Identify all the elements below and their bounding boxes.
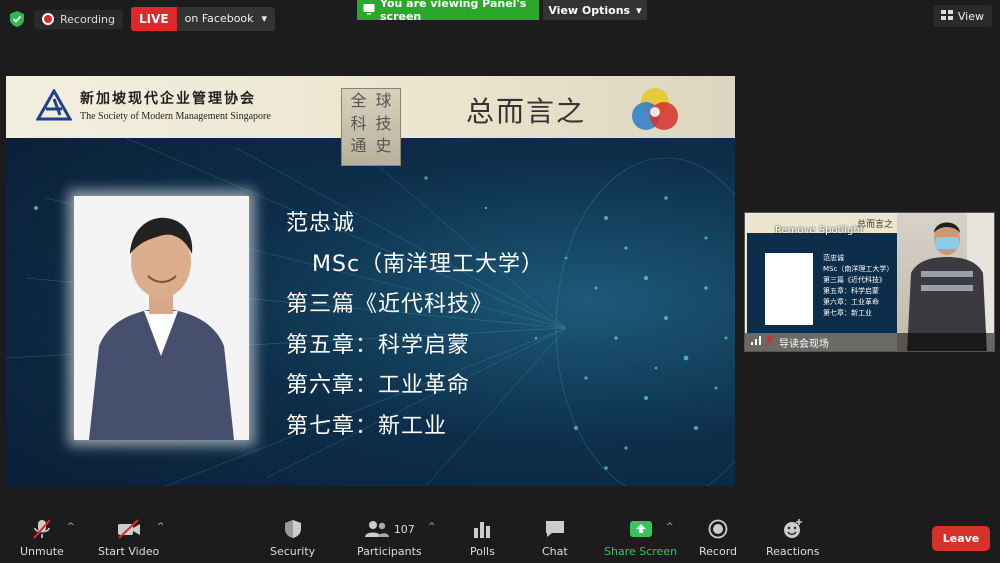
- presenter-name: 范忠诚: [286, 211, 356, 236]
- share-options-caret-icon[interactable]: ^: [666, 522, 674, 532]
- participant-name-bar: 导读会现场: [745, 333, 994, 351]
- thumbnail-line: 第六章：工业革命: [823, 298, 879, 306]
- presenter-portrait-icon: [74, 196, 249, 440]
- reactions-button[interactable]: Reactions: [766, 518, 820, 558]
- participants-label: Participants: [357, 545, 422, 558]
- meeting-status-bar: Recording LIVE on Facebook ▾: [8, 7, 276, 31]
- slide-line-chapter: 第七章：新工业: [286, 413, 448, 439]
- participant-name: 导读会现场: [779, 338, 829, 350]
- view-label: View: [957, 9, 984, 23]
- book-char: 通: [350, 136, 367, 156]
- unmute-label: Unmute: [20, 545, 64, 558]
- remove-spotlight-button[interactable]: Remove Spotlight: [775, 225, 864, 236]
- thumbnail-line: 范忠诚: [823, 254, 844, 262]
- live-platform-label: on Facebook: [184, 12, 254, 25]
- live-badge: LIVE: [131, 7, 177, 31]
- security-button[interactable]: Security: [270, 518, 315, 558]
- viewing-banner-text: You are viewing Panel's screen: [380, 0, 527, 23]
- book-char: 球: [375, 91, 392, 110]
- video-options-caret-icon[interactable]: ^: [157, 522, 165, 532]
- live-platform-dropdown[interactable]: on Facebook ▾: [176, 7, 276, 31]
- book-char: 史: [375, 136, 392, 156]
- slide-line-part: 第三篇《近代科技》: [286, 292, 494, 317]
- record-label: Record: [699, 545, 738, 558]
- organization-name-chinese: 新加坡现代企业管理协会: [80, 91, 256, 107]
- muted-microphone-icon: [31, 518, 53, 540]
- video-off-camera-icon: [116, 518, 142, 540]
- zoom-meeting-window: Recording LIVE on Facebook ▾ You are vie…: [0, 0, 1000, 563]
- presenter-photo: [74, 196, 249, 440]
- thumbnail-presenter-photo: [765, 253, 813, 325]
- share-screen-label: Share Screen: [604, 545, 678, 558]
- slide-line-chapter: 第五章：科学启蒙: [286, 332, 471, 358]
- share-screen-arrow-icon: [629, 518, 653, 540]
- slide-title: 总而言之: [466, 95, 587, 128]
- polls-button[interactable]: Polls: [470, 518, 495, 558]
- muted-mic-icon: [765, 335, 775, 349]
- participants-count: 107: [393, 522, 415, 536]
- start-video-button[interactable]: Start Video: [98, 518, 159, 558]
- security-label: Security: [270, 545, 316, 558]
- start-video-label: Start Video: [98, 545, 160, 558]
- meeting-controls-toolbar: Unmute ^ Start Video ^ Security 107 Part…: [0, 508, 1000, 563]
- society-logo-icon: [36, 89, 72, 121]
- view-options-button[interactable]: View Options ▾: [543, 0, 647, 20]
- thumbnail-line: MSc（南洋理工大学）: [823, 265, 894, 273]
- viewing-screen-banner: You are viewing Panel's screen: [357, 0, 539, 23]
- book-char: 全: [350, 91, 367, 110]
- organization-branding: 新加坡现代企业管理协会 The Society of Modern Manage…: [36, 88, 271, 122]
- chat-label: Chat: [542, 545, 568, 558]
- leave-meeting-button[interactable]: Leave: [932, 526, 990, 551]
- venn-diagram-logo-icon: [632, 88, 678, 130]
- thumbnail-slide-lines: 范忠诚 MSc（南洋理工大学） 第三篇《近代科技》 第五章：科学启蒙 第六章：工…: [823, 253, 893, 319]
- chevron-down-icon: ▾: [636, 3, 642, 17]
- organization-name: 新加坡现代企业管理协会 The Society of Modern Manage…: [80, 88, 271, 122]
- speaker-figure-icon: [907, 213, 994, 351]
- shared-screen-slide: 新加坡现代企业管理协会 The Society of Modern Manage…: [6, 76, 735, 486]
- slide-content-lines: 范忠诚 MSc（南洋理工大学） 第三篇《近代科技》 第五章：科学启蒙 第六章：工…: [286, 204, 544, 447]
- presenter-degree: MSc（南洋理工大学）: [312, 251, 545, 277]
- thumbnail-person-video: [897, 213, 994, 351]
- participants-icon: 107: [364, 518, 415, 540]
- view-options-label: View Options: [548, 3, 631, 17]
- recording-label: Recording: [60, 12, 116, 26]
- book-char: 技: [375, 113, 392, 133]
- spotlight-video-thumbnail[interactable]: 总而言之 范忠诚 MSc（南洋理工大学） 第三篇《近代科技》 第五章：科学启蒙 …: [744, 212, 995, 352]
- record-button[interactable]: Record: [699, 518, 737, 558]
- thumbnail-line: 第七章：新工业: [823, 309, 872, 317]
- signal-bars-icon: [751, 336, 761, 348]
- reactions-emoji-icon: [782, 518, 804, 540]
- reactions-label: Reactions: [766, 545, 820, 558]
- encryption-shield-icon[interactable]: [8, 10, 26, 28]
- thumbnail-line: 第五章：科学启蒙: [823, 287, 879, 295]
- slide-line-chapter: 第六章：工业革命: [286, 373, 471, 398]
- book-cover-image: 全 球 科 技 通 史: [341, 88, 401, 166]
- caret-down-icon: ▾: [261, 12, 268, 25]
- organization-name-english: The Society of Modern Management Singapo…: [80, 111, 271, 122]
- security-shield-icon: [284, 518, 302, 540]
- unmute-button[interactable]: Unmute: [20, 518, 64, 558]
- chat-button[interactable]: Chat: [542, 518, 568, 558]
- grid-icon: [940, 9, 953, 23]
- book-char: 科: [350, 113, 367, 133]
- participants-caret-icon[interactable]: ^: [428, 522, 436, 532]
- audio-options-caret-icon[interactable]: ^: [67, 522, 75, 532]
- polls-label: Polls: [470, 545, 495, 558]
- participants-button[interactable]: 107 Participants: [357, 518, 422, 558]
- recording-indicator[interactable]: Recording: [34, 9, 124, 29]
- polls-bar-chart-icon: [473, 518, 491, 540]
- screen-share-icon: [363, 3, 375, 18]
- live-stream-indicator[interactable]: LIVE on Facebook ▾: [131, 7, 276, 31]
- view-layout-button[interactable]: View: [932, 5, 992, 27]
- recording-dot-icon: [42, 13, 54, 25]
- record-circle-icon: [708, 518, 728, 540]
- chat-bubble-icon: [544, 518, 566, 540]
- thumbnail-line: 第三篇《近代科技》: [823, 276, 886, 284]
